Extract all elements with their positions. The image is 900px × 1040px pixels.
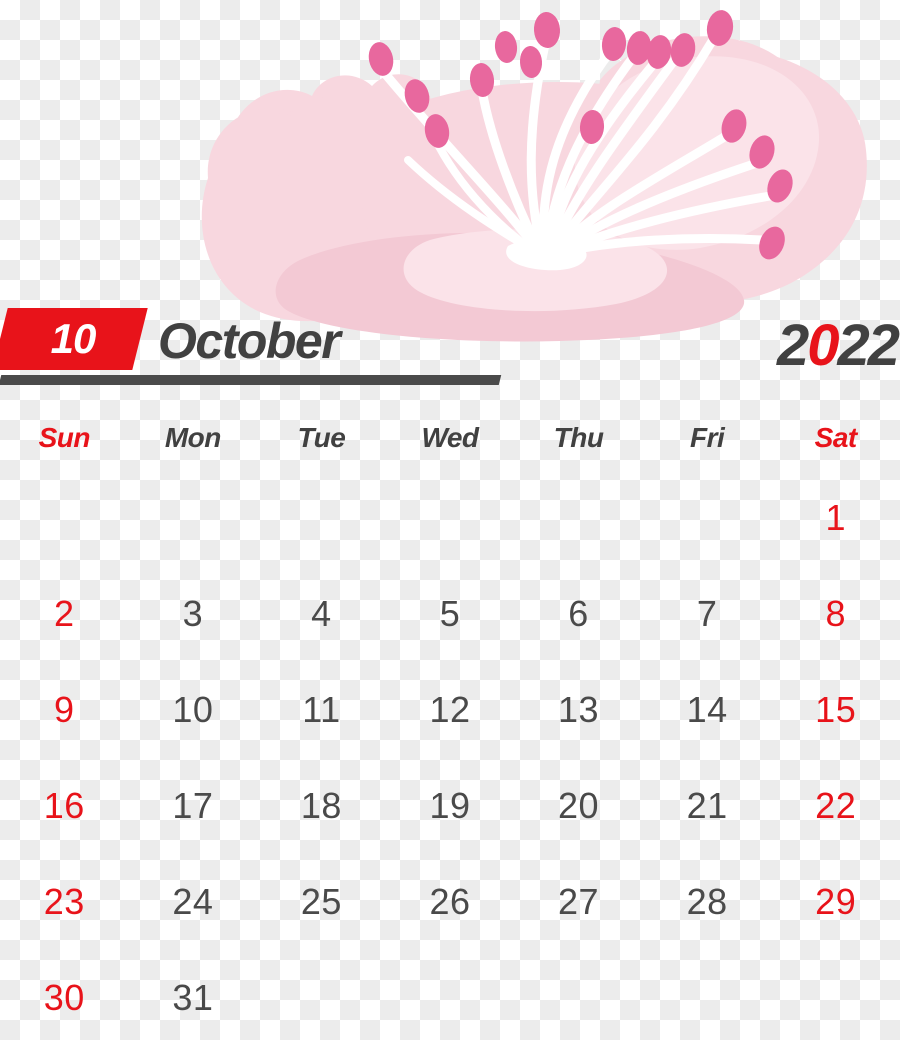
calendar-day-cell[interactable]: 29 bbox=[771, 854, 900, 950]
calendar-day-cell[interactable]: 19 bbox=[386, 758, 515, 854]
calendar-day-cell[interactable]: 27 bbox=[514, 854, 643, 950]
calendar-week-row: 30 31 bbox=[0, 950, 900, 1040]
header-divider-bar bbox=[0, 375, 502, 385]
petal-right-highlight bbox=[574, 56, 820, 250]
calendar-week-row: 9 10 11 12 13 14 15 bbox=[0, 662, 900, 758]
calendar-page: 10 October 2022 Sun Mon Tue Wed Thu Fri Sat 12… bbox=[0, 0, 900, 1040]
calendar-day-cell[interactable]: 9 bbox=[0, 662, 129, 758]
weekday-header-tue: Tue bbox=[297, 421, 346, 453]
calendar-day-cell-empty bbox=[514, 470, 643, 566]
calendar-week-row: 23 24 25 26 27 28 29 bbox=[0, 854, 900, 950]
calendar-day-cell[interactable]: 25 bbox=[257, 854, 386, 950]
weekday-header-sat: Sat bbox=[814, 421, 858, 453]
calendar-day-cell[interactable]: 21 bbox=[643, 758, 772, 854]
calendar-day-cell[interactable]: 16 bbox=[0, 758, 129, 854]
calendar-day-cell-empty bbox=[514, 950, 643, 1040]
petal-right-upper bbox=[584, 36, 813, 250]
calendar-day-cell-empty bbox=[643, 950, 772, 1040]
calendar-day-cell[interactable]: 26 bbox=[386, 854, 515, 950]
calendar-day-cell-empty bbox=[257, 950, 386, 1040]
calendar-day-cell[interactable]: 30 bbox=[0, 950, 129, 1040]
calendar-header: 10 October 2022 bbox=[0, 300, 900, 395]
calendar-week-row: 1 bbox=[0, 470, 900, 566]
calendar-day-cell[interactable]: 22 bbox=[771, 758, 900, 854]
calendar-day-cell[interactable]: 18 bbox=[257, 758, 386, 854]
calendar-day-cell-empty bbox=[386, 950, 515, 1040]
calendar-day-cell[interactable]: 10 bbox=[129, 662, 258, 758]
year-digit-2: 2 bbox=[776, 313, 809, 378]
petal-left bbox=[213, 74, 452, 309]
calendar-day-cell[interactable]: 11 bbox=[257, 662, 386, 758]
calendar-day-cell[interactable]: 1 bbox=[771, 470, 900, 566]
calendar-day-cell[interactable]: 7 bbox=[643, 566, 772, 662]
weekday-header-wed: Wed bbox=[421, 421, 479, 453]
calendar-grid: Sun Mon Tue Wed Thu Fri Sat 1 2 3 4 5 6 7 8 9 10 11 12 13 1… bbox=[0, 405, 900, 1040]
month-name-label: October bbox=[158, 313, 341, 369]
stamen-base bbox=[506, 238, 587, 271]
calendar-day-cell[interactable]: 5 bbox=[386, 566, 515, 662]
weekday-header-thu: Thu bbox=[553, 421, 604, 453]
petal-right bbox=[560, 48, 867, 304]
month-number-label: 10 bbox=[50, 315, 97, 362]
calendar-day-cell[interactable]: 20 bbox=[514, 758, 643, 854]
calendar-day-cell[interactable]: 24 bbox=[129, 854, 258, 950]
calendar-day-cell-empty bbox=[386, 470, 515, 566]
cherry-blossom-flower-illustration bbox=[201, 10, 867, 342]
stamen-anthers bbox=[368, 10, 793, 260]
calendar-day-cell[interactable]: 23 bbox=[0, 854, 129, 950]
calendar-day-cell-empty bbox=[129, 470, 258, 566]
calendar-day-cell[interactable]: 4 bbox=[257, 566, 386, 662]
year-digits-22: 22 bbox=[837, 313, 899, 378]
weekday-header-row: Sun Mon Tue Wed Thu Fri Sat bbox=[0, 405, 900, 470]
date-rows-container: 1 2 3 4 5 6 7 8 9 10 11 12 13 14 15 16 17 18 19 20 21 22 23 24 2… bbox=[0, 470, 900, 1040]
stamen-filaments bbox=[377, 33, 775, 258]
year-label: 2022 bbox=[776, 312, 900, 379]
weekday-header-sun: Sun bbox=[38, 421, 91, 453]
calendar-day-cell[interactable]: 12 bbox=[386, 662, 515, 758]
calendar-day-cell-empty bbox=[257, 470, 386, 566]
calendar-day-cell[interactable]: 13 bbox=[514, 662, 643, 758]
weekday-header-mon: Mon bbox=[164, 421, 222, 453]
calendar-day-cell[interactable]: 28 bbox=[643, 854, 772, 950]
petal-center-body bbox=[361, 81, 765, 316]
calendar-day-cell[interactable]: 2 bbox=[0, 566, 129, 662]
petal-center-fold bbox=[403, 229, 668, 312]
calendar-day-cell-empty bbox=[771, 950, 900, 1040]
calendar-day-cell[interactable]: 6 bbox=[514, 566, 643, 662]
calendar-day-cell[interactable]: 17 bbox=[129, 758, 258, 854]
calendar-day-cell[interactable]: 15 bbox=[771, 662, 900, 758]
calendar-day-cell[interactable]: 3 bbox=[129, 566, 258, 662]
calendar-week-row: 16 17 18 19 20 21 22 bbox=[0, 758, 900, 854]
weekday-header-fri: Fri bbox=[689, 421, 725, 453]
year-digit-0: 0 bbox=[807, 313, 839, 378]
calendar-day-cell[interactable]: 14 bbox=[643, 662, 772, 758]
calendar-week-row: 2345678 bbox=[0, 566, 900, 662]
calendar-day-cell[interactable]: 8 bbox=[771, 566, 900, 662]
calendar-day-cell[interactable]: 31 bbox=[129, 950, 258, 1040]
petal-left-lower bbox=[201, 97, 430, 322]
petal-far-left bbox=[211, 113, 300, 292]
calendar-day-cell-empty bbox=[643, 470, 772, 566]
calendar-day-cell-empty bbox=[0, 470, 129, 566]
